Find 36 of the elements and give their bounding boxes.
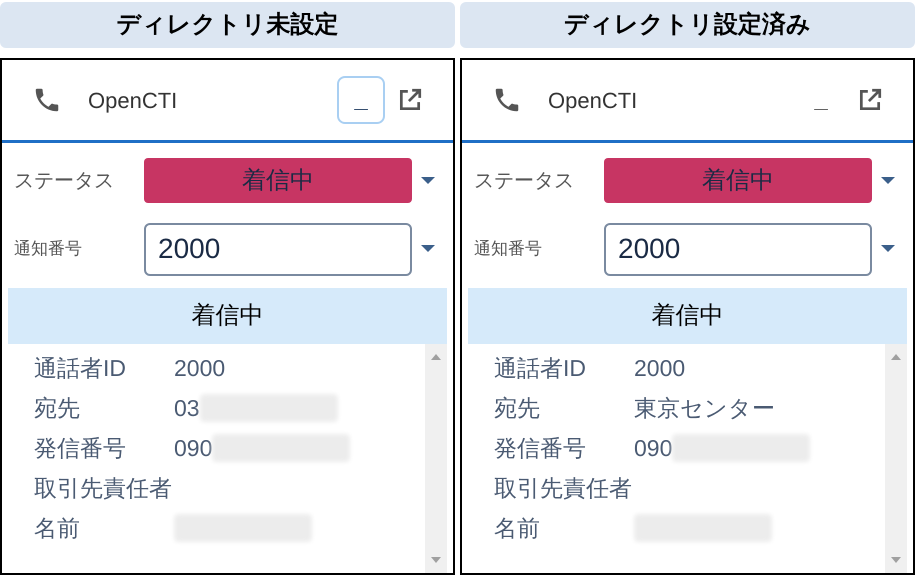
number-select[interactable]: 2000	[604, 222, 872, 276]
field-label: ステータス	[474, 168, 575, 194]
field-label: 通話者ID	[34, 354, 127, 383]
caret-icon[interactable]	[880, 245, 894, 253]
popout-icon[interactable]	[397, 87, 423, 113]
field-label: 通知番号	[14, 238, 83, 260]
field-label: 名前	[34, 514, 81, 543]
field-value: 090	[634, 434, 672, 463]
field-label: 名前	[494, 514, 541, 543]
field-label: 通話者ID	[494, 354, 587, 383]
panel-heading: ディレクトリ設定済み	[460, 2, 915, 48]
field-value: 2000	[634, 354, 686, 383]
call-status-banner: 着信中	[8, 288, 447, 344]
field-label: ステータス	[14, 168, 115, 194]
widget-title: OpenCTI	[88, 86, 178, 115]
minimize-button[interactable]: _	[337, 76, 385, 124]
number-select[interactable]: 2000	[144, 222, 412, 276]
field-label: 取引先責任者	[494, 474, 633, 503]
field-label: 宛先	[34, 394, 81, 423]
field-label: 発信番号	[34, 434, 127, 463]
caret-icon[interactable]	[420, 245, 434, 253]
panel-heading: ディレクトリ未設定	[0, 2, 455, 48]
field-label: 発信番号	[494, 434, 587, 463]
caret-icon[interactable]	[880, 176, 894, 184]
widget-title: OpenCTI	[548, 86, 638, 115]
field-value: 東京センター	[634, 394, 775, 423]
field-label: 通知番号	[474, 238, 543, 260]
caret-icon[interactable]	[420, 176, 434, 184]
minimize-button[interactable]: _	[797, 76, 845, 124]
field-label: 宛先	[494, 394, 541, 423]
field-value: 2000	[174, 354, 226, 383]
field-value: 03	[174, 394, 200, 423]
call-status-banner: 着信中	[468, 288, 907, 344]
field-label: 取引先責任者	[34, 474, 173, 503]
popout-icon[interactable]	[857, 87, 883, 113]
field-value: 090	[174, 434, 212, 463]
